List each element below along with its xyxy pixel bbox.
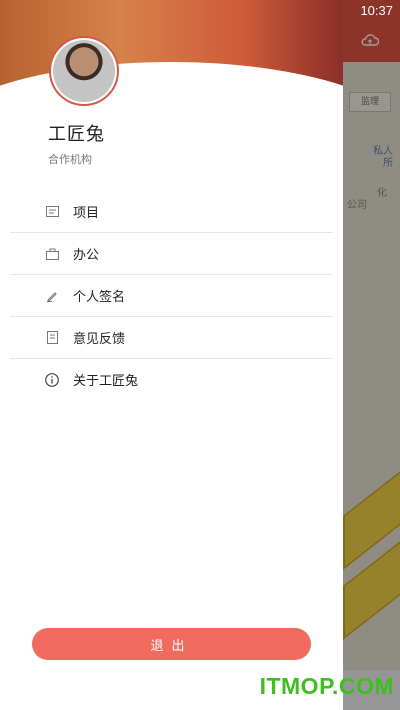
avatar-image	[53, 40, 115, 102]
menu-item-label: 办公	[73, 248, 100, 263]
project-icon	[45, 205, 59, 219]
menu-item-label: 意见反馈	[73, 332, 126, 347]
watermark-logo: ITMOP.COM	[259, 673, 394, 699]
user-organization: 合作机构	[48, 153, 92, 166]
menu-item-feedback[interactable]: 意见反馈	[10, 317, 333, 359]
avatar[interactable]	[49, 36, 119, 106]
pen-icon	[45, 289, 59, 303]
menu-item-office[interactable]: 办公	[10, 233, 333, 275]
drawer-menu: 项目 办公 个人签名 意见反馈 关于工匠兔	[10, 191, 333, 400]
feedback-icon	[45, 331, 59, 345]
info-icon	[45, 372, 59, 387]
user-name: 工匠兔	[48, 124, 105, 145]
menu-item-label: 关于工匠兔	[73, 374, 139, 389]
logout-button[interactable]: 退出	[32, 628, 311, 660]
navigation-drawer: 工匠兔 合作机构 项目 办公 个人签名 意见反馈 关于工匠兔 退出	[0, 0, 343, 710]
menu-item-label: 项目	[73, 206, 100, 221]
menu-item-about[interactable]: 关于工匠兔	[10, 359, 333, 400]
menu-item-project[interactable]: 项目	[10, 191, 333, 233]
office-icon	[45, 247, 59, 261]
status-time: 10:37	[360, 3, 393, 18]
menu-item-label: 个人签名	[73, 290, 126, 305]
menu-item-signature[interactable]: 个人签名	[10, 275, 333, 317]
